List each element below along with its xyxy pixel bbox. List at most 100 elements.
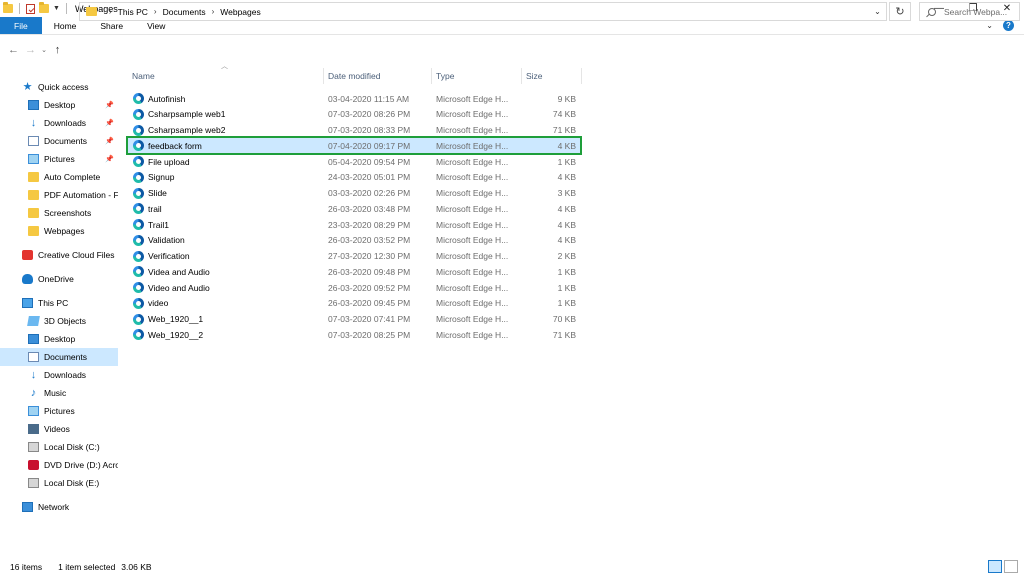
search-input[interactable]: Search Webpa... xyxy=(919,2,1020,21)
file-row[interactable]: Validation 26-03-2020 03:52 PM Microsoft E… xyxy=(128,233,580,248)
file-size: 74 KB xyxy=(552,109,576,120)
sidebar-item-auto-complete[interactable]: Auto Complete xyxy=(0,168,118,186)
sidebar-item-documents[interactable]: Documents 📌 xyxy=(0,132,118,150)
refresh-button[interactable]: ↻ xyxy=(889,2,911,21)
file-name: File upload xyxy=(148,156,190,167)
column-header-type[interactable]: Type xyxy=(432,68,522,84)
file-name: video xyxy=(148,298,169,309)
column-header-date[interactable]: Date modified xyxy=(324,68,432,84)
file-size: 1 KB xyxy=(557,298,576,309)
file-name-cell: Validation xyxy=(133,233,323,248)
large-icons-view-button[interactable] xyxy=(1004,560,1018,573)
recent-locations-icon[interactable]: ⌄ xyxy=(39,46,49,54)
sidebar-item-label: Webpages xyxy=(44,226,85,236)
file-row[interactable]: Verification 27-03-2020 12:30 PM Microsoft… xyxy=(128,249,580,264)
sidebar-item-screenshots[interactable]: Screenshots xyxy=(0,204,118,222)
sidebar-item-onedrive[interactable]: OneDrive xyxy=(0,270,118,288)
file-type: Microsoft Edge H... xyxy=(436,282,509,293)
help-icon[interactable]: ? xyxy=(1003,20,1014,31)
sidebar-item-videos[interactable]: Videos xyxy=(0,420,118,438)
forward-icon[interactable]: → xyxy=(22,44,39,56)
navigation-bar: ← → ⌄ ↑ xyxy=(0,38,1024,62)
file-row[interactable]: Web_1920__1 07-03-2020 07:41 PM Microsoft … xyxy=(128,312,580,327)
file-row[interactable]: video 26-03-2020 09:45 PM Microsoft Edge H… xyxy=(128,296,580,311)
edge-html-file-icon xyxy=(133,266,144,278)
sidebar-item-local-disk-e[interactable]: Local Disk (E:) xyxy=(0,474,118,492)
sidebar-item-downloads[interactable]: ↓ Downloads 📌 xyxy=(0,114,118,132)
sidebar-item-label: 3D Objects xyxy=(44,316,87,326)
file-row[interactable]: Trail1 23-03-2020 08:29 PM Microsoft Edge … xyxy=(128,217,580,232)
sidebar-item-label: Documents xyxy=(44,136,87,146)
disk-icon xyxy=(28,478,39,488)
details-view-button[interactable] xyxy=(988,560,1002,573)
file-row[interactable]: Csharpsample web1 07-03-2020 08:26 PM Micr… xyxy=(128,107,580,122)
file-row[interactable]: Autofinish 03-04-2020 11:15 AM Microsoft E… xyxy=(128,91,580,106)
file-size: 70 KB xyxy=(552,314,576,324)
sidebar-item-pc-desktop[interactable]: Desktop xyxy=(0,330,118,348)
breadcrumb-webpages[interactable]: Webpages xyxy=(220,7,260,17)
pin-icon: 📌 xyxy=(105,102,114,109)
sidebar-item-label: Auto Complete xyxy=(44,172,101,182)
up-icon[interactable]: ↑ xyxy=(49,44,66,56)
edge-html-file-icon xyxy=(133,329,144,341)
file-date: 07-03-2020 07:41 PM xyxy=(328,314,411,324)
sidebar-item-this-pc[interactable]: This PC xyxy=(0,294,118,312)
sidebar-item-pictures[interactable]: Pictures 📌 xyxy=(0,150,118,168)
file-row[interactable]: Videa and Audio 26-03-2020 09:48 PM Micros… xyxy=(128,264,580,279)
chevron-right-icon[interactable]: › xyxy=(109,7,112,16)
chevron-down-icon[interactable]: ⌄ xyxy=(868,7,886,16)
sidebar-item-webpages[interactable]: Webpages xyxy=(0,222,118,240)
sidebar-item-label: Downloads xyxy=(44,118,87,128)
file-size: 4 KB xyxy=(557,172,576,183)
file-row[interactable]: Slide 03-03-2020 02:26 PM Microsoft Edge H… xyxy=(128,186,580,201)
breadcrumb-this-pc[interactable]: This PC xyxy=(118,7,148,17)
new-folder-icon[interactable] xyxy=(39,2,49,13)
file-name-cell: feedback form xyxy=(133,138,323,153)
file-row[interactable]: trail 26-03-2020 03:48 PM Microsoft Edge H… xyxy=(128,201,580,216)
selection-count: 1 item selected xyxy=(58,561,116,572)
sidebar-item-desktop[interactable]: Desktop 📌 xyxy=(0,96,118,114)
file-type: Microsoft Edge H... xyxy=(436,298,509,309)
sidebar-item-3d-objects[interactable]: 3D Objects xyxy=(0,312,118,330)
sidebar-item-label: Documents xyxy=(44,352,87,362)
music-icon: ♪ xyxy=(30,387,37,399)
sidebar-item-quick-access[interactable]: ★ Quick access xyxy=(0,78,118,96)
file-size: 3 KB xyxy=(557,188,576,198)
file-name-cell: File upload xyxy=(133,154,323,169)
expand-ribbon-icon[interactable]: ⌄ xyxy=(986,21,993,30)
sidebar-item-pdf-automation[interactable]: PDF Automation - F xyxy=(0,186,118,204)
file-size: 4 KB xyxy=(557,140,576,151)
file-row[interactable]: Video and Audio 26-03-2020 09:52 PM Micros… xyxy=(128,280,580,295)
sidebar-item-pc-downloads[interactable]: ↓ Downloads xyxy=(0,366,118,384)
file-type: Microsoft Edge H... xyxy=(436,156,509,167)
sidebar-item-network[interactable]: Network xyxy=(0,498,118,516)
customize-toolbar-icon[interactable]: ▼ xyxy=(53,5,60,12)
column-header-name[interactable]: Name xyxy=(128,68,324,84)
breadcrumb-documents[interactable]: Documents xyxy=(163,7,206,17)
sidebar-item-label: Pictures xyxy=(44,154,75,164)
sidebar-item-music[interactable]: ♪ Music xyxy=(0,384,118,402)
file-row[interactable]: Csharpsample web2 07-03-2020 08:33 PM Micr… xyxy=(128,123,580,138)
file-date: 23-03-2020 08:29 PM xyxy=(328,219,411,230)
back-icon[interactable]: ← xyxy=(5,44,22,56)
sidebar-item-dvd-drive[interactable]: DVD Drive (D:) Acro xyxy=(0,456,118,474)
sidebar-item-local-disk-c[interactable]: Local Disk (C:) xyxy=(0,438,118,456)
sidebar-item-label: Quick access xyxy=(38,82,89,92)
file-row[interactable]: feedback form 07-04-2020 09:17 PM Microsof… xyxy=(126,136,582,156)
address-bar[interactable]: › This PC › Documents › Webpages ⌄ xyxy=(79,2,887,21)
desktop-icon xyxy=(28,334,39,344)
file-row[interactable]: File upload 05-04-2020 09:54 PM Microsoft … xyxy=(128,154,580,169)
file-name: Trail1 xyxy=(148,219,169,230)
file-row[interactable]: Signup 24-03-2020 05:01 PM Microsoft Edge … xyxy=(128,170,580,185)
chevron-right-icon[interactable]: › xyxy=(212,7,215,16)
sidebar-item-pc-documents[interactable]: Documents xyxy=(0,348,118,366)
properties-icon[interactable] xyxy=(26,3,35,14)
file-row[interactable]: Web_1920__2 07-03-2020 08:25 PM Microsoft … xyxy=(128,327,580,342)
sidebar-item-creative-cloud[interactable]: Creative Cloud Files xyxy=(0,246,118,264)
column-header-size[interactable]: Size xyxy=(522,68,582,84)
chevron-right-icon[interactable]: › xyxy=(154,7,157,16)
sidebar-item-pc-pictures[interactable]: Pictures xyxy=(0,402,118,420)
file-name-cell: Web_1920__2 xyxy=(133,327,323,342)
file-name-cell: Csharpsample web1 xyxy=(133,107,323,122)
tab-file[interactable]: File xyxy=(0,17,42,34)
